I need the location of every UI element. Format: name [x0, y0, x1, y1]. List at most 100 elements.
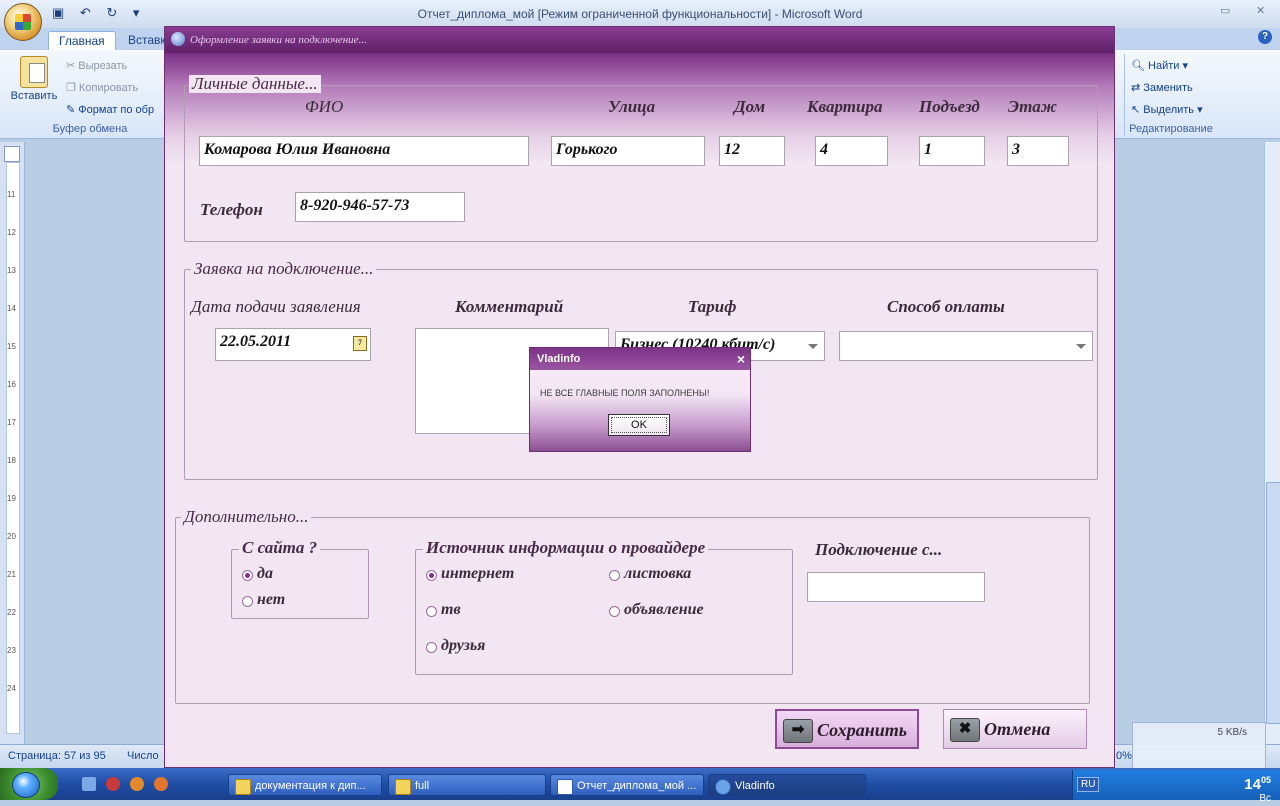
scrollbar-thumb[interactable]	[1266, 482, 1280, 724]
street-field[interactable]: Горького	[551, 136, 705, 166]
firefox-icon[interactable]	[154, 777, 168, 791]
opera-icon[interactable]	[106, 777, 120, 791]
date-picker[interactable]: 22.05.2011 7	[215, 328, 371, 361]
payment-label: Способ оплаты	[887, 297, 1005, 316]
phone-field[interactable]: 8-920-946-57-73	[295, 192, 465, 222]
ruler-number: 23	[7, 646, 16, 655]
request-legend: Заявка на подключение...	[191, 260, 377, 278]
format-painter-button[interactable]: ✎ Формат по обр	[66, 103, 154, 116]
app-icon	[171, 32, 185, 46]
word-window-title: Отчет_диплома_мой [Режим ограниченной фу…	[417, 7, 863, 21]
ruler-number: 16	[7, 380, 16, 389]
fio-field[interactable]: Комарова Юлия Ивановна	[199, 136, 529, 166]
language-indicator[interactable]: RU	[1077, 777, 1100, 792]
ruler-number: 19	[7, 494, 16, 503]
site-no-label: нет	[257, 591, 286, 608]
source-tv-radio[interactable]	[426, 606, 437, 617]
message-title-bar: Vladinfo ×	[530, 348, 750, 370]
page-indicator[interactable]: Страница: 57 из 95	[8, 750, 106, 762]
ruler-number: 12	[7, 228, 16, 237]
ruler-number: 15	[7, 342, 16, 351]
paste-button[interactable]: Вставить	[8, 56, 60, 102]
extra-legend: Дополнительно...	[181, 508, 312, 526]
taskbar-item-docs[interactable]: документация к дип...	[228, 774, 382, 796]
desktop-icon[interactable]	[82, 777, 96, 791]
zoom-level[interactable]: 0%	[1116, 750, 1132, 762]
source-friends-radio[interactable]	[426, 642, 437, 653]
chevron-down-icon[interactable]	[808, 344, 818, 349]
close-icon[interactable]: ×	[737, 348, 745, 370]
cancel-button[interactable]: ✖ Отмена	[943, 709, 1087, 749]
source-ad-radio[interactable]	[609, 606, 620, 617]
site-yes-radio[interactable]	[242, 570, 253, 581]
ruler-number: 20	[7, 532, 16, 541]
floor-field[interactable]: 3	[1007, 136, 1069, 166]
connect-from-field[interactable]	[807, 572, 985, 602]
arrow-right-icon: ➡	[783, 719, 813, 743]
personal-data-legend: Личные данные...	[189, 75, 321, 93]
vertical-scrollbar[interactable]	[1264, 142, 1280, 744]
vladinfo-app-icon	[715, 779, 731, 795]
ruler-number: 11	[7, 190, 16, 199]
chevron-down-icon[interactable]	[1076, 344, 1086, 349]
tab-selector[interactable]	[4, 146, 20, 162]
source-tv-label: тв	[441, 601, 461, 618]
editing-group-label: Редактирование	[1129, 123, 1213, 135]
office-logo-icon	[15, 14, 31, 30]
ruler-number: 18	[7, 456, 16, 465]
windows-logo-icon	[12, 772, 40, 798]
date-label: Дата подачи заявления	[191, 297, 361, 316]
taskbar-item-full[interactable]: full	[388, 774, 546, 796]
taskbar-item-vladinfo[interactable]: Vladinfo	[708, 774, 866, 796]
from-site-group	[231, 549, 369, 619]
close-window-icon[interactable]: ✕	[1256, 4, 1265, 17]
house-field[interactable]: 12	[719, 136, 785, 166]
flat-field[interactable]: 4	[815, 136, 888, 166]
connect-from-label: Подключение с...	[815, 540, 943, 559]
payment-select[interactable]	[839, 331, 1093, 361]
find-button[interactable]: 🔍︎ Найти ▾	[1131, 59, 1188, 72]
cut-button[interactable]: ✂ Вырезать	[66, 59, 127, 72]
word-count[interactable]: Число	[127, 750, 159, 762]
taskbar-item-word[interactable]: Отчет_диплома_мой ...	[550, 774, 704, 796]
site-no-radio[interactable]	[242, 596, 253, 607]
comment-label: Комментарий	[455, 297, 564, 316]
source-internet-label: интернет	[441, 565, 515, 582]
ok-button[interactable]: OK	[608, 414, 670, 436]
minimize-icon[interactable]: ▭	[1220, 4, 1230, 17]
entrance-label: Подъезд	[919, 97, 980, 116]
house-label: Дом	[734, 97, 766, 116]
select-button[interactable]: ↖ Выделить ▾	[1131, 103, 1203, 116]
tab-home[interactable]: Главная	[48, 31, 116, 51]
ruler-number: 14	[7, 304, 16, 313]
floor-label: Этаж	[1008, 97, 1057, 116]
office-button[interactable]	[4, 3, 42, 41]
message-text: НЕ ВСЕ ГЛАВНЫЕ ПОЛЯ ЗАПОЛНЕНЫ!	[540, 388, 710, 398]
avast-icon[interactable]	[130, 777, 144, 791]
clipboard-icon	[20, 56, 48, 88]
dialog-title: Оформление заявки на подключение...	[190, 34, 367, 46]
flat-label: Квартира	[807, 97, 883, 116]
dialog-title-bar: Оформление заявки на подключение...	[165, 27, 1114, 53]
street-label: Улица	[608, 97, 656, 116]
copy-button[interactable]: ❐ Копировать	[66, 81, 138, 94]
source-leaflet-label: листовка	[624, 565, 692, 582]
source-ad-label: объявление	[624, 601, 704, 618]
network-meter: 5 KB/s	[1132, 722, 1266, 770]
clock[interactable]: 1405 Вс	[1244, 773, 1271, 806]
save-button[interactable]: ➡ Сохранить	[775, 709, 919, 749]
source-leaflet-radio[interactable]	[609, 570, 620, 581]
help-icon[interactable]: ?	[1258, 30, 1272, 44]
cross-icon: ✖	[950, 718, 980, 742]
source-internet-radio[interactable]	[426, 570, 437, 581]
clipboard-group-label: Буфер обмена	[52, 123, 128, 135]
replace-button[interactable]: ⇄ Заменить	[1131, 81, 1193, 94]
folder-icon	[235, 779, 251, 795]
message-title: Vladinfo	[537, 353, 581, 365]
ruler-number: 22	[7, 608, 16, 617]
entrance-field[interactable]: 1	[919, 136, 985, 166]
folder-icon	[395, 779, 411, 795]
tariff-label: Тариф	[688, 297, 737, 316]
calendar-icon[interactable]: 7	[353, 336, 367, 351]
ruler-number: 24	[7, 684, 16, 693]
